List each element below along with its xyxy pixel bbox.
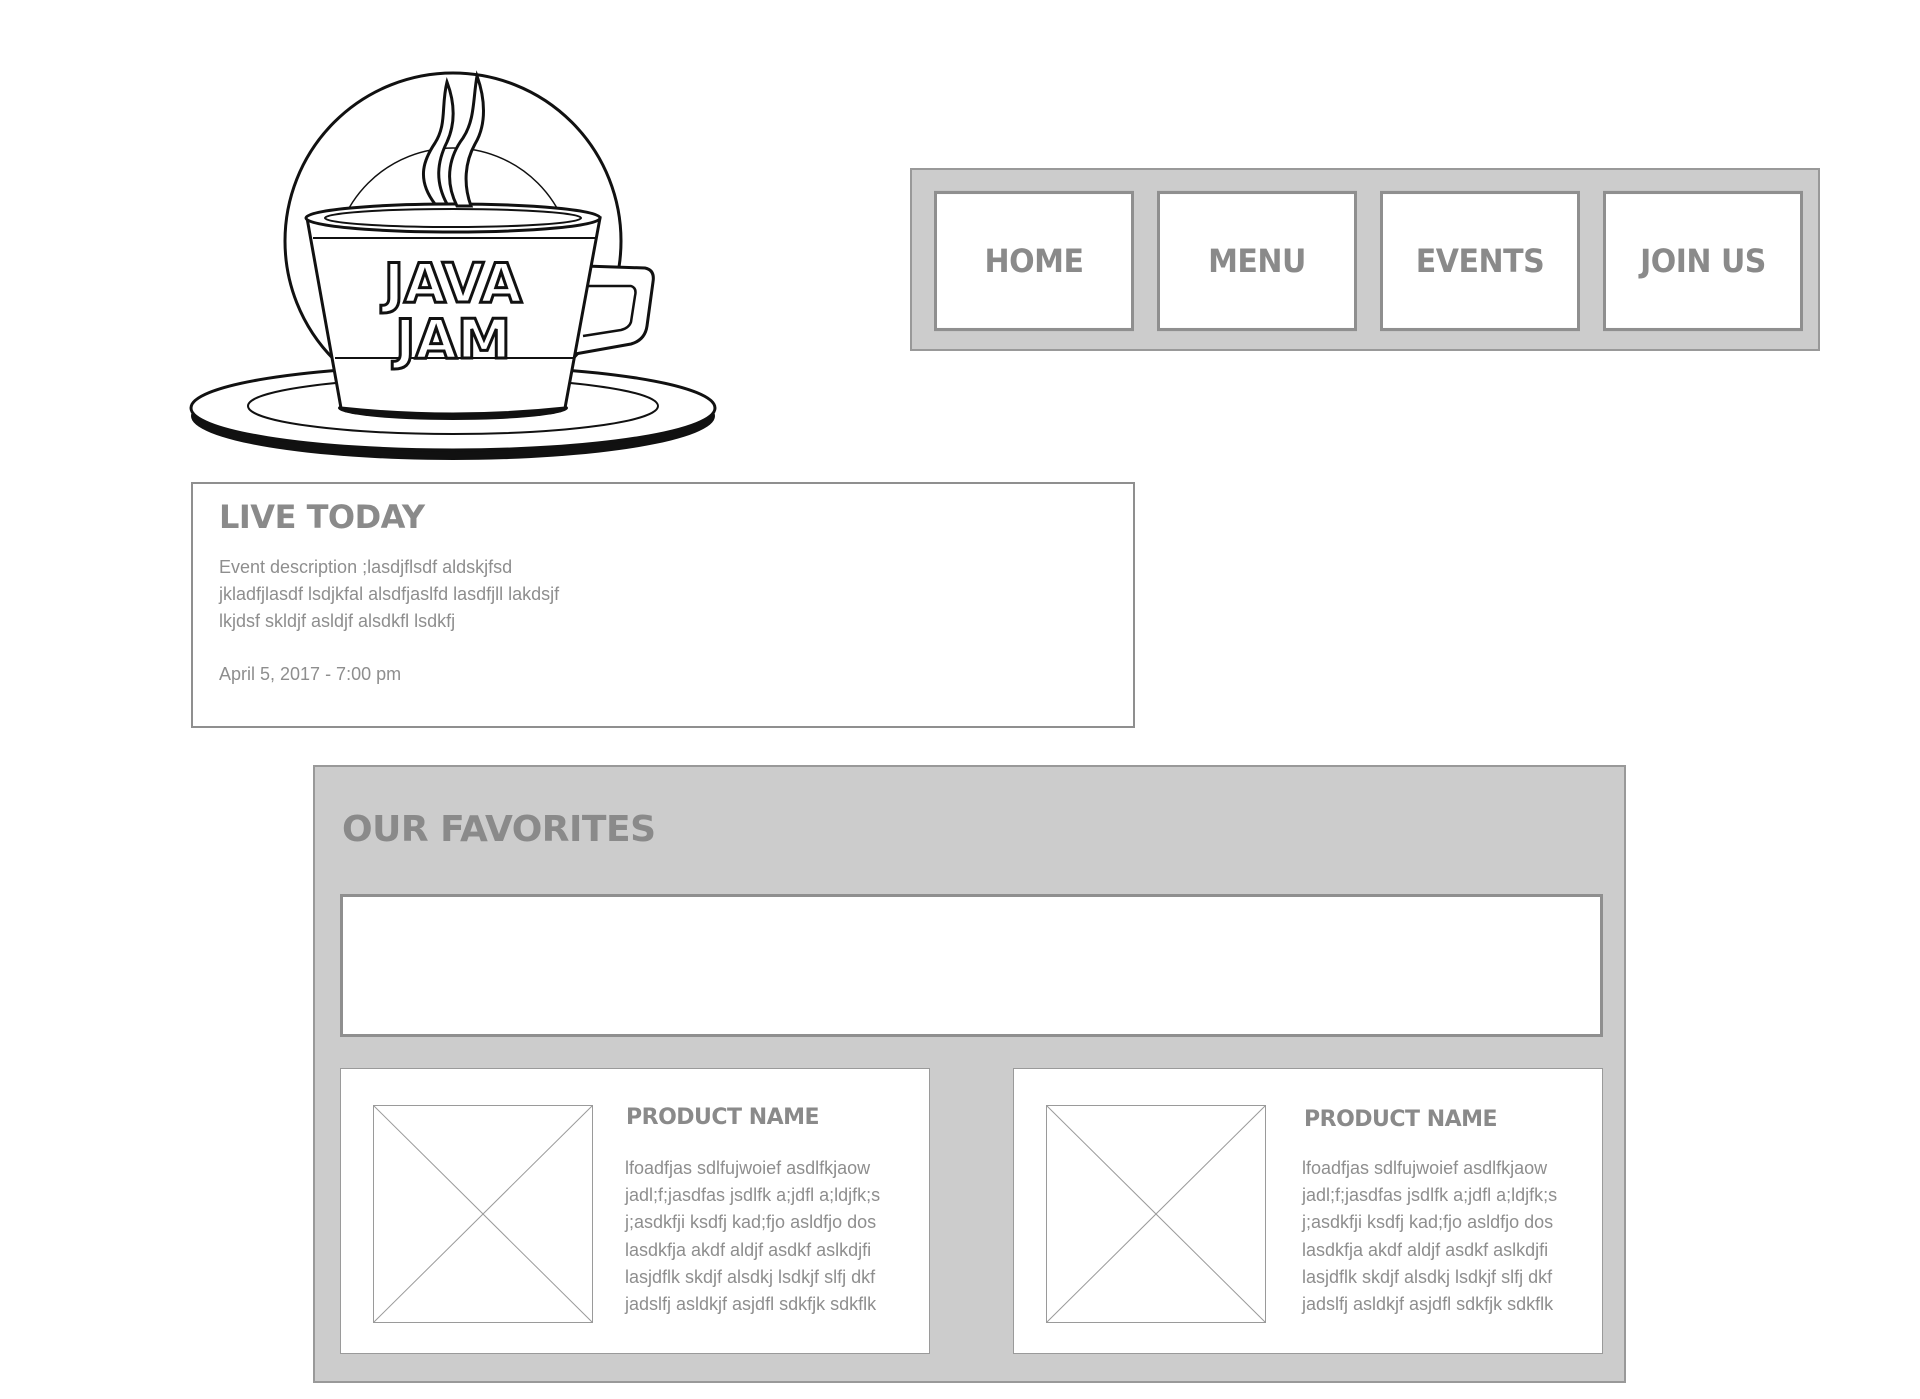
nav-join-us-button[interactable]: Join Us bbox=[1603, 190, 1803, 332]
coffee-cup-logo-icon: JAVA JAM bbox=[189, 70, 717, 460]
event-description: Event description ;lasdjflsdf aldskjfsd … bbox=[219, 557, 560, 631]
favorites-heading: Our Favorites bbox=[342, 809, 656, 850]
logo-text-line2: JAM bbox=[391, 308, 511, 371]
product-name: Product Name bbox=[626, 1105, 820, 1130]
product-description: lfoadfjas sdlfujwoief asdlfkjaow jadl;f;… bbox=[625, 1158, 881, 1315]
nav-menu-button[interactable]: Menu bbox=[1157, 190, 1357, 332]
product-card[interactable]: Product Name lfoadfjas sdlfujwoief asdlf… bbox=[340, 1068, 930, 1354]
event-date: April 5, 2017 - 7:00 pm bbox=[219, 664, 402, 684]
image-placeholder-icon bbox=[1046, 1105, 1266, 1323]
live-today-heading: Live Today bbox=[219, 498, 425, 536]
logo-text-line1: JAVA bbox=[380, 252, 522, 315]
java-jam-logo[interactable]: JAVA JAM bbox=[185, 58, 730, 468]
favorites-banner bbox=[340, 894, 1603, 1037]
nav-events-button[interactable]: Events bbox=[1380, 190, 1580, 332]
product-card[interactable]: Product Name lfoadfjas sdlfujwoief asdlf… bbox=[1013, 1068, 1603, 1354]
live-today-panel: Live Today Event description ;lasdjflsdf… bbox=[191, 482, 1135, 728]
product-name: Product Name bbox=[1304, 1107, 1498, 1132]
image-placeholder-icon bbox=[373, 1105, 593, 1323]
nav-home-button[interactable]: Home bbox=[934, 190, 1134, 332]
product-description: lfoadfjas sdlfujwoief asdlfkjaow jadl;f;… bbox=[1302, 1158, 1558, 1315]
favorites-section: Our Favorites Product Name lfoadfjas sdl… bbox=[313, 765, 1626, 1383]
main-navigation: Home Menu Events Join Us bbox=[910, 168, 1820, 351]
